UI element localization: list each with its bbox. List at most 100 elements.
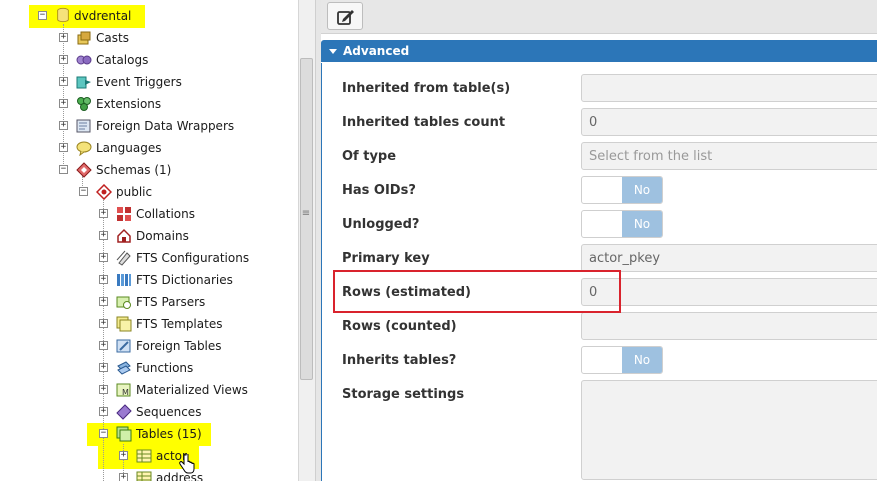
has-oids-toggle[interactable]: No [581,176,663,204]
inherited-from-field[interactable] [581,74,877,102]
expand-icon[interactable]: + [99,319,108,328]
foreign-data-wrappers-icon [76,119,91,133]
expand-icon[interactable]: + [99,209,108,218]
table-icon [136,449,152,463]
expand-icon[interactable]: + [99,407,108,416]
label-has-oids: Has OIDs? [342,183,416,198]
fts-dictionaries-icon [117,274,131,286]
database-icon [57,7,69,23]
rows-counted-field[interactable] [581,312,877,340]
inherited-count-field[interactable]: 0 [581,108,877,136]
tree-node-fts-parsers[interactable]: + FTS Parsers [0,292,298,312]
tree-node-fts-configurations[interactable]: + FTS Configurations [0,248,298,268]
expand-icon[interactable]: + [99,231,108,240]
tree-label: Foreign Tables [136,339,222,353]
rows-estimated-field[interactable]: 0 [581,278,877,306]
expand-icon[interactable]: + [99,363,108,372]
tree-node-foreign-data-wrappers[interactable]: + Foreign Data Wrappers [0,116,298,136]
tree-label: Event Triggers [96,75,182,89]
catalogs-icon [76,55,92,65]
expand-icon[interactable]: + [99,341,108,350]
properties-toolbar [321,0,877,34]
casts-icon [77,31,91,45]
expand-icon[interactable]: + [99,253,108,262]
tree-node-public[interactable]: − public [0,182,298,202]
tree-node-domains[interactable]: + Domains [0,226,298,246]
collapse-icon[interactable]: − [59,165,68,174]
expand-icon[interactable]: + [59,99,68,108]
tree-node-materialized-views[interactable]: + M Materialized Views [0,380,298,400]
primary-key-field[interactable]: actor_pkey [581,244,877,272]
label-of-type: Of type [342,149,397,164]
advanced-section-header[interactable]: Advanced [321,40,877,62]
tree-label: Functions [136,361,194,375]
fts-templates-icon [116,316,132,332]
annotation-highlight-box [333,270,621,313]
collapse-icon[interactable]: − [79,187,88,196]
event-triggers-icon [76,76,91,89]
label-storage-settings: Storage settings [342,387,465,402]
toggle-state: No [622,177,662,203]
label-primary-key: Primary key [342,251,430,266]
tree-label: FTS Templates [136,317,223,331]
tree-label: Extensions [96,97,162,111]
tree-label: public [116,185,153,199]
expand-icon[interactable]: + [99,385,108,394]
tree-label: Sequences [136,405,202,419]
tree-node-fts-templates[interactable]: + FTS Templates [0,314,298,334]
tree-node-sequences[interactable]: + Sequences [0,402,298,422]
database-label: dvdrental [74,9,132,23]
domains-icon [117,228,131,243]
collapse-icon[interactable]: − [38,11,47,20]
tree-label: Casts [96,31,129,45]
tree-node-foreign-tables[interactable]: + Foreign Tables [0,336,298,356]
object-browser-tree: − dvdrental + Casts + Catalogs + Event T… [0,0,298,481]
tree-node-actor[interactable]: + actor [0,446,298,474]
inherits-tables-toggle[interactable]: No [581,346,663,374]
tree-node-address[interactable]: + address [0,468,298,481]
caret-down-icon [329,48,337,54]
functions-icon [117,361,131,375]
collapse-icon[interactable]: − [99,429,108,438]
tree-node-functions[interactable]: + Functions [0,358,298,378]
tree-node-collations[interactable]: + Collations [0,204,298,224]
tables-icon [116,426,132,442]
foreign-tables-icon [116,339,131,353]
sequences-icon [116,404,132,420]
storage-settings-field[interactable] [581,380,877,480]
expand-icon[interactable]: + [59,33,68,42]
tree-node-tables[interactable]: − Tables (15) [0,424,298,444]
expand-icon[interactable]: + [119,473,128,481]
tree-label: Languages [96,141,162,155]
label-rows-counted: Rows (counted) [342,319,457,334]
tree-node-fts-dictionaries[interactable]: + FTS Dictionaries [0,270,298,290]
splitter-grip-icon[interactable]: ≡ [301,209,311,224]
table-icon [136,471,152,481]
expand-icon[interactable]: + [99,275,108,284]
tree-node-dvdrental[interactable]: − dvdrental [0,6,298,26]
expand-icon[interactable]: + [59,55,68,64]
materialized-views-icon: M [116,383,131,397]
tree-node-event-triggers[interactable]: + Event Triggers [0,72,298,92]
tree-label: Materialized Views [136,383,248,397]
tree-label: FTS Dictionaries [136,273,233,287]
tree-node-languages[interactable]: + Languages [0,138,298,158]
expand-icon[interactable]: + [119,451,128,460]
expand-icon[interactable]: + [59,77,68,86]
edit-icon [337,10,354,25]
section-title: Advanced [343,44,410,58]
schema-icon [96,184,112,200]
expand-icon[interactable]: + [99,297,108,306]
edit-button[interactable] [327,2,363,30]
tree-node-extensions[interactable]: + Extensions [0,94,298,114]
fts-configurations-icon [116,250,131,266]
tree-label: Domains [136,229,189,243]
tree-node-schemas[interactable]: − Schemas (1) [0,160,298,180]
expand-icon[interactable]: + [59,143,68,152]
tree-node-catalogs[interactable]: + Catalogs [0,50,298,70]
expand-icon[interactable]: + [59,121,68,130]
unlogged-toggle[interactable]: No [581,210,663,238]
of-type-select[interactable]: Select from the list [581,142,877,170]
tree-label: Collations [136,207,195,221]
tree-node-casts[interactable]: + Casts [0,28,298,48]
